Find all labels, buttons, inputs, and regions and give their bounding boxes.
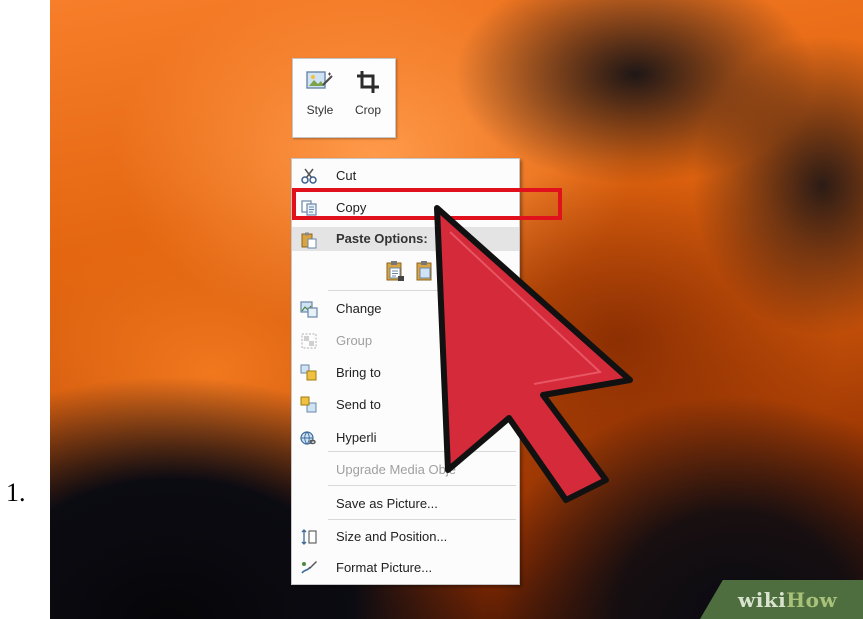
menu-label-format-picture: Format Picture... [336, 560, 433, 575]
menu-label-change-picture: Change [336, 301, 382, 316]
crop-button[interactable]: Crop [345, 65, 391, 131]
menu-item-save-as-picture[interactable]: Save as Picture... [292, 489, 519, 519]
format-picture-icon [301, 561, 317, 574]
menu-separator [328, 451, 516, 452]
menu-label-bring-to-front: Bring to [336, 365, 381, 380]
menu-item-cut[interactable]: Cut [292, 161, 519, 191]
menu-label-save-as-picture: Save as Picture... [336, 496, 438, 511]
bring-to-front-icon [300, 364, 317, 381]
menu-item-format-picture[interactable]: Format Picture... [292, 553, 519, 583]
group-icon [301, 333, 317, 349]
menu-item-bring-to-front[interactable]: Bring to [292, 358, 519, 388]
menu-separator [328, 519, 516, 520]
menu-item-size-position[interactable]: Size and Position... [292, 522, 519, 552]
watermark-wiki: wiki [738, 588, 787, 612]
step-number: 1. [6, 478, 26, 507]
menu-label-hyperlink: Hyperli [336, 430, 377, 445]
copy-highlight-box [292, 188, 562, 220]
change-picture-icon [300, 301, 318, 318]
context-menu: Cut Copy Paste Options: Change Group Bri… [291, 158, 520, 585]
menu-label-send-to-back: Send to [336, 397, 381, 412]
hyperlink-icon [300, 431, 316, 445]
crop-icon [357, 71, 379, 93]
wikihow-watermark: wikiHow [738, 588, 837, 612]
size-position-icon [301, 529, 317, 545]
paste-icon [301, 232, 317, 249]
menu-item-group[interactable]: Group [292, 326, 519, 356]
paste-options-label: Paste Options: [336, 231, 428, 246]
crop-label: Crop [354, 103, 381, 117]
picture-style-icon [306, 71, 333, 89]
mini-toolbar: Style Crop [292, 58, 396, 138]
menu-label-cut: Cut [336, 168, 357, 183]
paste-options-header: Paste Options: [292, 227, 519, 251]
menu-label-group: Group [336, 333, 373, 348]
menu-item-upgrade-media[interactable]: Upgrade Media Obje [292, 455, 519, 485]
menu-item-send-to-back[interactable]: Send to [292, 390, 519, 420]
menu-separator [328, 290, 516, 291]
paste-keep-format-icon[interactable] [384, 259, 408, 283]
paste-options-row [292, 251, 519, 289]
menu-label-size-position: Size and Position... [336, 529, 448, 544]
send-to-back-icon [300, 396, 317, 413]
menu-item-hyperlink[interactable]: Hyperli [292, 423, 519, 453]
menu-separator [328, 485, 516, 486]
watermark-how: How [786, 588, 838, 612]
style-label: Style [306, 103, 334, 117]
paste-picture-icon[interactable] [414, 259, 438, 283]
style-button[interactable]: Style [297, 65, 343, 131]
menu-label-upgrade-media: Upgrade Media Obje [336, 462, 456, 477]
scissors-icon [301, 168, 317, 184]
menu-item-change-picture[interactable]: Change [292, 294, 519, 324]
